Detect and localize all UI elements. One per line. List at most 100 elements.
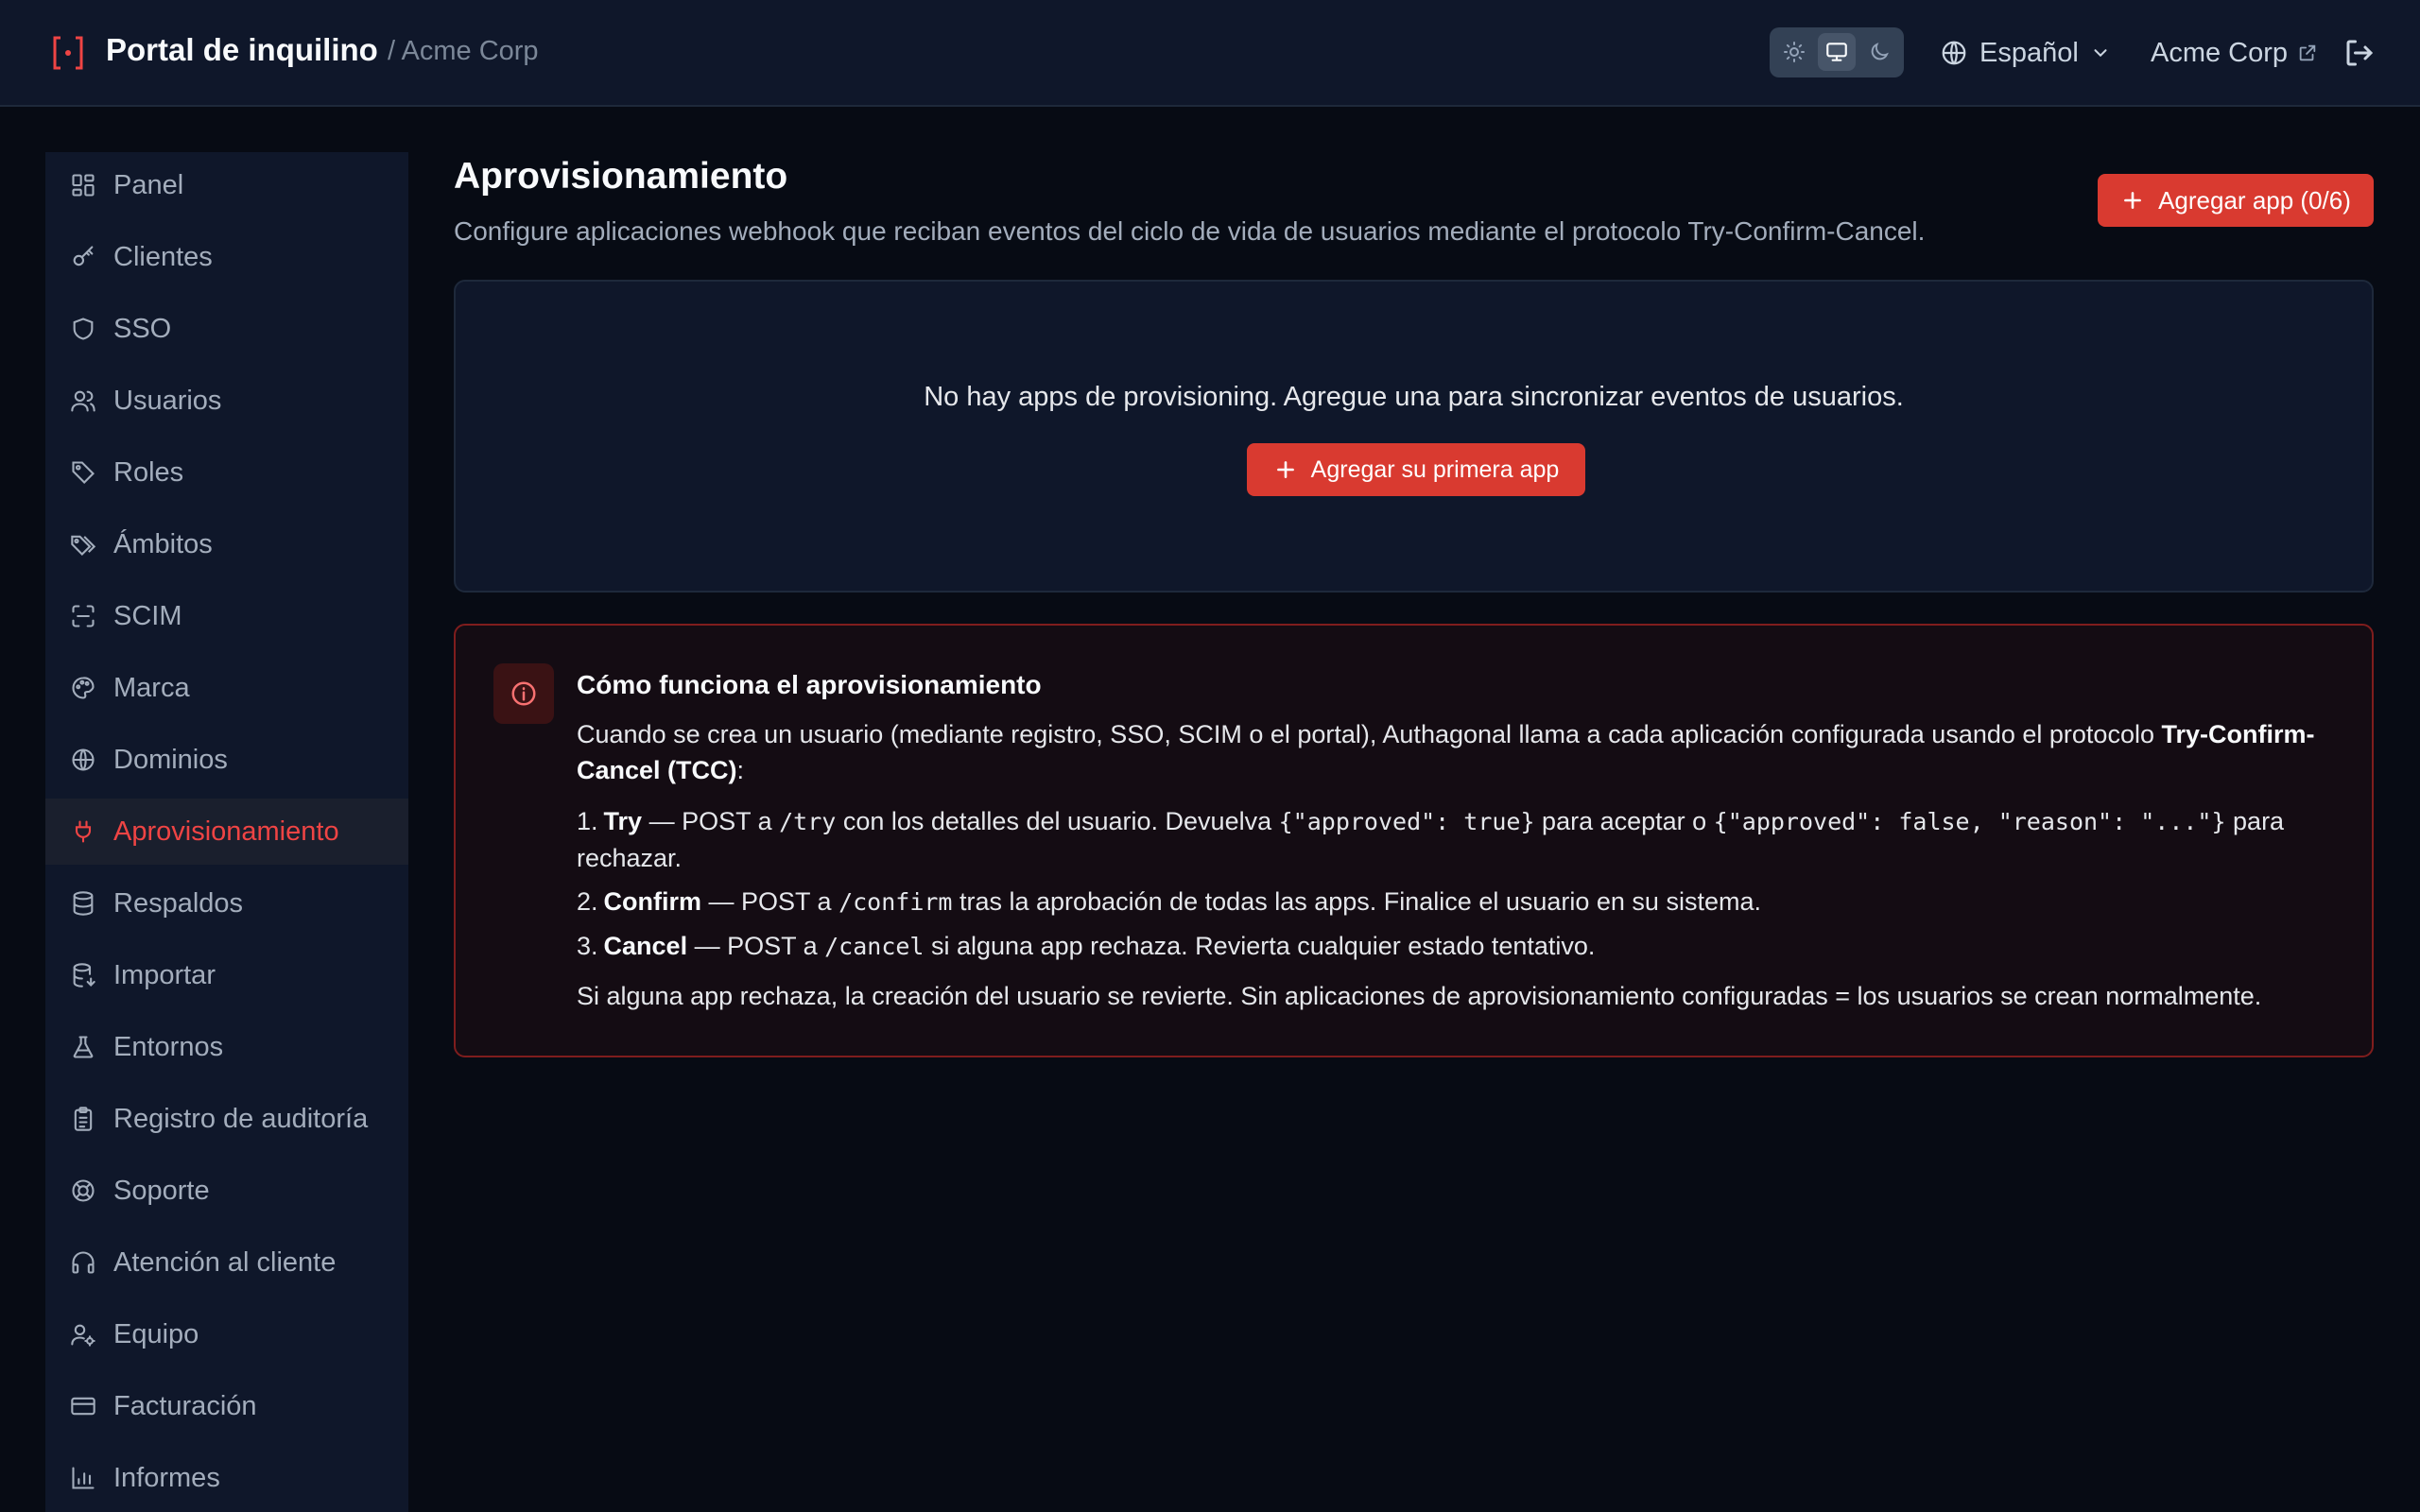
- language-select[interactable]: Español: [1940, 32, 2111, 74]
- sidebar-item-importar[interactable]: Importar: [45, 942, 408, 1008]
- bar-chart-icon: [68, 1463, 98, 1493]
- sidebar-item-label: Respaldos: [113, 887, 244, 919]
- palette-icon: [68, 673, 98, 703]
- sidebar-item-aprovisionamiento[interactable]: Aprovisionamiento: [45, 799, 408, 865]
- sidebar-item-label: Ámbitos: [113, 528, 213, 559]
- info-step-cancel: 3. Cancel — POST a /cancel si alguna app …: [577, 928, 2354, 965]
- info-footer: Si alguna app rechaza, la creación del u…: [577, 982, 2262, 1010]
- sidebar-item-ambitos[interactable]: Ámbitos: [45, 511, 408, 577]
- step-number: 1.: [577, 807, 598, 835]
- globe-icon: [1942, 41, 1966, 65]
- sidebar-item-label: Atención al cliente: [113, 1246, 337, 1278]
- step-name: Try: [603, 807, 643, 835]
- step-name: Confirm: [603, 887, 702, 916]
- sun-icon: [1784, 42, 1805, 62]
- step-code: /cancel: [824, 933, 925, 960]
- step-code: {"approved": false, "reason": "..."}: [1713, 808, 2226, 835]
- sidebar-item-label: Clientes: [113, 241, 213, 272]
- globe-icon: [68, 745, 98, 775]
- breadcrumb: / Acme Corp: [388, 36, 539, 66]
- sidebar-item-panel[interactable]: Panel: [45, 152, 408, 218]
- theme-light-button[interactable]: [1775, 33, 1813, 71]
- monitor-icon: [1826, 43, 1847, 61]
- tags-icon: [68, 529, 98, 559]
- step-name: Cancel: [603, 932, 688, 960]
- sidebar-item-label: Facturación: [113, 1390, 257, 1421]
- add-first-app-button[interactable]: Agregar su primera app: [1247, 443, 1585, 496]
- sidebar-item-label: SCIM: [113, 600, 182, 631]
- add-app-button[interactable]: Agregar app (0/6): [2098, 174, 2374, 227]
- logo-icon: [53, 36, 83, 70]
- sidebar-item-label: Dominios: [113, 744, 228, 775]
- theme-system-button[interactable]: [1818, 33, 1856, 71]
- sidebar-item-clientes[interactable]: Clientes: [45, 224, 408, 290]
- top-bar: Portal de inquilino / Acme Corp Español: [0, 0, 2420, 107]
- sidebar-item-label: Panel: [113, 169, 184, 200]
- add-first-app-label: Agregar su primera app: [1310, 455, 1560, 483]
- page-description: Configure aplicaciones webhook que recib…: [454, 216, 1926, 246]
- sidebar-item-label: Importar: [113, 959, 216, 990]
- step-text: — POST a: [642, 807, 780, 835]
- sidebar-item-marca[interactable]: Marca: [45, 655, 408, 721]
- database-import-icon: [68, 960, 98, 990]
- step-text: tras la aprobación de todas las apps. Fi…: [952, 887, 1761, 916]
- flask-icon: [68, 1032, 98, 1062]
- plus-icon: [2124, 192, 2141, 209]
- sidebar-item-soporte[interactable]: Soporte: [45, 1158, 408, 1224]
- sidebar-item-scim[interactable]: SCIM: [45, 583, 408, 649]
- plug-icon: [68, 816, 98, 847]
- org-name: Acme Corp: [2151, 37, 2289, 68]
- external-link-icon: [2299, 44, 2316, 61]
- lifebuoy-icon: [68, 1176, 98, 1206]
- sidebar-item-label: Usuarios: [113, 385, 222, 416]
- step-code: /confirm: [838, 888, 953, 916]
- sidebar-item-respaldos[interactable]: Respaldos: [45, 870, 408, 936]
- step-text: si alguna app rechaza. Revierta cualquie…: [924, 932, 1596, 960]
- sidebar-item-informes[interactable]: Informes: [45, 1445, 408, 1511]
- sidebar-item-label: Roles: [113, 456, 184, 488]
- org-link[interactable]: Acme Corp: [2151, 32, 2318, 74]
- sidebar-item-label: Equipo: [113, 1318, 199, 1349]
- theme-toggle: [1770, 27, 1904, 77]
- info-body: Cómo funciona el aprovisionamiento Cuand…: [577, 667, 2354, 1014]
- sidebar-item-label: Informes: [113, 1462, 220, 1493]
- sidebar-item-registro-auditoria[interactable]: Registro de auditoría: [45, 1086, 408, 1152]
- sidebar-item-label: Soporte: [113, 1175, 210, 1206]
- sidebar-item-dominios[interactable]: Dominios: [45, 727, 408, 793]
- sidebar-item-roles[interactable]: Roles: [45, 439, 408, 506]
- theme-dark-button[interactable]: [1860, 33, 1898, 71]
- sidebar-item-atencion-cliente[interactable]: Atención al cliente: [45, 1229, 408, 1296]
- shield-icon: [68, 314, 98, 344]
- step-code: {"approved": true}: [1278, 808, 1535, 835]
- step-number: 3.: [577, 932, 598, 960]
- step-number: 2.: [577, 887, 598, 916]
- clipboard-icon: [68, 1104, 98, 1134]
- step-text: — POST a: [687, 932, 825, 960]
- sidebar-item-usuarios[interactable]: Usuarios: [45, 368, 408, 434]
- info-intro-text: Cuando se crea un usuario (mediante regi…: [577, 720, 2162, 748]
- scan-icon: [68, 601, 98, 631]
- empty-state-message: No hay apps de provisioning. Agregue una…: [924, 382, 1904, 412]
- page-title: Aprovisionamiento: [454, 156, 788, 197]
- sidebar-item-label: Entornos: [113, 1031, 224, 1062]
- info-icon: [493, 663, 554, 724]
- step-code: /try: [779, 808, 837, 835]
- info-intro-end: :: [736, 756, 745, 784]
- info-step-try: 1. Try — POST a /try con los detalles del…: [577, 803, 2354, 876]
- info-card: Cómo funciona el aprovisionamiento Cuand…: [454, 624, 2374, 1057]
- headphones-icon: [68, 1247, 98, 1278]
- info-intro: Cuando se crea un usuario (mediante regi…: [577, 716, 2354, 788]
- sidebar-item-equipo[interactable]: Equipo: [45, 1301, 408, 1367]
- sidebar-item-label: SSO: [113, 313, 172, 344]
- empty-state-card: No hay apps de provisioning. Agregue una…: [454, 280, 2374, 593]
- logout-icon[interactable]: [2342, 36, 2377, 70]
- user-cog-icon: [68, 1319, 98, 1349]
- add-app-label: Agregar app (0/6): [2158, 185, 2351, 215]
- sidebar-item-label: Aprovisionamiento: [113, 816, 339, 847]
- sidebar-item-sso[interactable]: SSO: [45, 296, 408, 362]
- info-steps: 1. Try — POST a /try con los detalles del…: [577, 803, 2354, 965]
- credit-card-icon: [68, 1391, 98, 1421]
- sidebar-item-entornos[interactable]: Entornos: [45, 1014, 408, 1080]
- sidebar-item-facturacion[interactable]: Facturación: [45, 1373, 408, 1439]
- step-text: — POST a: [701, 887, 839, 916]
